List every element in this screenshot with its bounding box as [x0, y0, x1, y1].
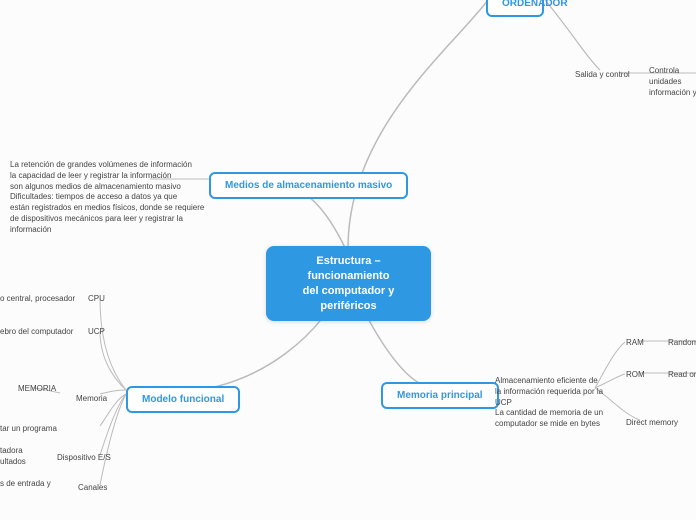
ram-label: RAM [626, 338, 644, 349]
cpu-label: CPU [88, 294, 105, 305]
modelo-node[interactable]: Modelo funcional [126, 386, 240, 413]
cpu-line-label: o central, procesador [0, 294, 75, 305]
programa-label: tar un programa [0, 424, 57, 435]
es-title: tadoraultados [0, 446, 30, 468]
dma-label: Direct memory [626, 418, 678, 429]
salida-control-note: Controla unidadesinformación y la [649, 66, 696, 98]
memoria-principal-node[interactable]: Memoria principal [381, 382, 499, 409]
es-label: Dispositivo E/S [57, 453, 111, 464]
memoria-label: Memoria [76, 394, 107, 405]
rom-label: ROM [626, 370, 645, 381]
memoria-principal-note: Almacenamiento eficiente dela informació… [495, 376, 615, 430]
ucp-label: UCP [88, 327, 105, 338]
medios-node[interactable]: Medios de almacenamiento masivo [209, 172, 408, 199]
canales-label: Canales [78, 483, 107, 494]
central-node[interactable]: Estructura – funcionamiento del computad… [266, 246, 431, 321]
memoria-title: MEMORIA [18, 384, 56, 395]
central-line2: del computador y periféricos [303, 285, 395, 312]
ucp-line-label: ebro del computador [0, 327, 73, 338]
rom-text: Read onl [668, 370, 696, 381]
medios-note: La retención de grandes volúmenes de inf… [10, 160, 210, 236]
central-line1: Estructura – funcionamiento [308, 255, 390, 282]
canales-line: s de entrada y [0, 479, 51, 490]
salida-control-label: Salida y control [575, 70, 630, 81]
ordenador-node[interactable]: ORDENADOR [486, 0, 544, 17]
ram-text: Random a [668, 338, 696, 349]
